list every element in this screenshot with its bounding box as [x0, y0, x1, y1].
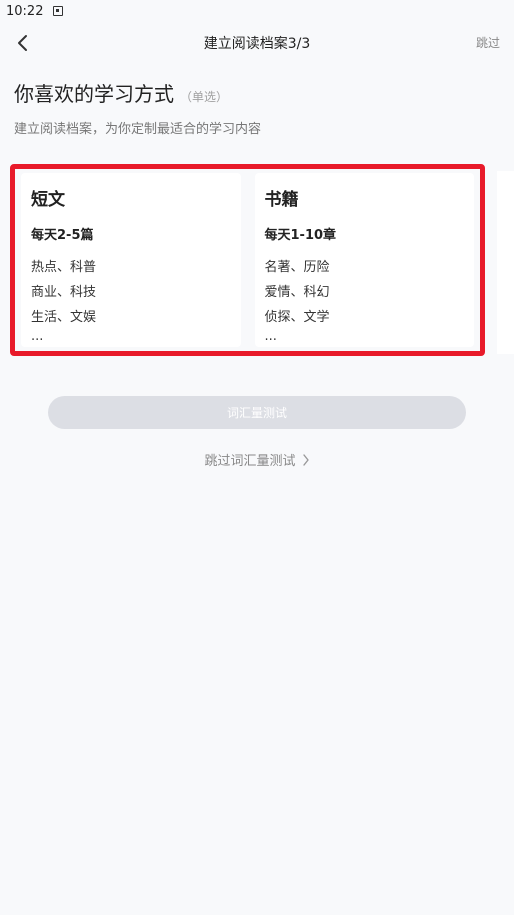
skip-vocab-test-link[interactable]: 跳过词汇量测试 — [0, 450, 514, 469]
option-tag: 热点、科普 — [31, 260, 97, 275]
option-tag: 商业、科技 — [31, 285, 97, 300]
heading: 你喜欢的学习方式 （单选） — [14, 78, 228, 107]
option-frequency: 每天2-5篇 — [31, 228, 94, 243]
page-nav-title: 建立阅读档案3/3 — [203, 36, 311, 52]
app-notification-icon — [53, 6, 64, 16]
option-more: ... — [264, 329, 277, 344]
skip-link[interactable]: 跳过 — [476, 34, 500, 51]
chevron-left-icon — [18, 35, 27, 51]
chevron-right-icon — [302, 453, 310, 466]
learning-mode-options: 短文 每天2-5篇 热点、科普 商业、科技 生活、文娱 ... 书籍 每天1-1… — [10, 164, 485, 356]
option-card-books[interactable]: 书籍 每天1-10章 名著、历险 爱情、科幻 侦探、文学 ... — [254, 173, 474, 347]
option-tag: 名著、历险 — [264, 260, 330, 275]
back-button[interactable] — [10, 30, 36, 56]
option-tag: 侦探、文学 — [264, 310, 330, 325]
option-card-articles[interactable]: 短文 每天2-5篇 热点、科普 商业、科技 生活、文娱 ... — [21, 173, 241, 347]
option-more: ... — [31, 329, 44, 344]
status-time: 10:22 — [6, 3, 44, 19]
page-subtitle: 建立阅读档案，为你定制最适合的学习内容 — [14, 122, 262, 137]
page-title: 你喜欢的学习方式 — [14, 78, 174, 107]
title-hint: （单选） — [180, 90, 229, 104]
status-bar: 10:22 — [0, 0, 514, 22]
nav-bar: 建立阅读档案3/3 跳过 — [0, 24, 514, 62]
option-tag: 爱情、科幻 — [264, 285, 330, 300]
vocab-test-button[interactable]: 词汇量测试 — [48, 396, 466, 429]
page-title-text: 你喜欢的学习方式 — [14, 82, 174, 106]
skip-vocab-test-label: 跳过词汇量测试 — [204, 454, 296, 469]
option-title: 书籍 — [264, 190, 299, 210]
next-option-card-peek[interactable] — [497, 171, 514, 354]
option-frequency: 每天1-10章 — [264, 228, 337, 243]
option-tag: 生活、文娱 — [31, 310, 97, 325]
option-title: 短文 — [31, 190, 65, 210]
